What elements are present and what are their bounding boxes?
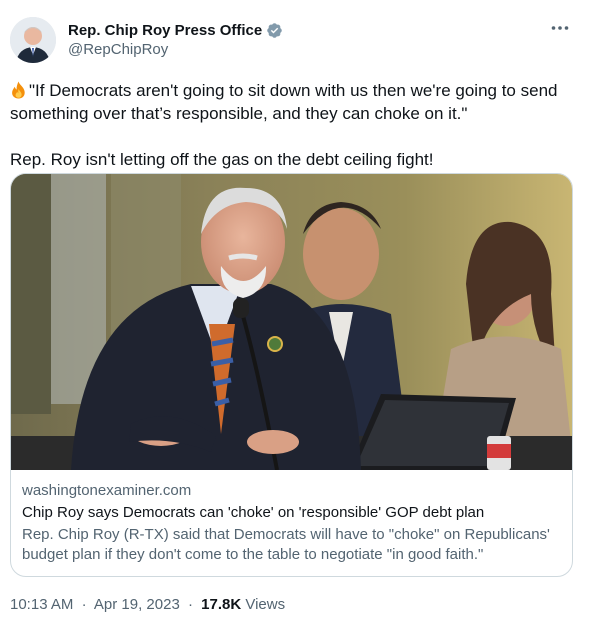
handle[interactable]: @RepChipRoy [68, 41, 168, 58]
separator: · [81, 596, 87, 613]
views-count[interactable]: 17.8K [201, 596, 241, 613]
avatar-image [10, 17, 56, 63]
tweet-time[interactable]: 10:13 AM [10, 596, 73, 613]
card-image[interactable] [11, 174, 572, 471]
card-domain: washingtonexaminer.com [22, 482, 192, 499]
tweet-quote-text: "If Democrats aren't going to sit down w… [10, 81, 558, 123]
display-name[interactable]: Rep. Chip Roy Press Office [68, 22, 262, 39]
tweet-quote: "If Democrats aren't going to sit down w… [10, 79, 570, 125]
author-name-row: Rep. Chip Roy Press Office [68, 20, 283, 40]
tweet-footer: 10:13 AM · Apr 19, 2023 · 17.8K Views [10, 596, 285, 613]
link-card[interactable]: washingtonexaminer.com Chip Roy says Dem… [10, 173, 573, 577]
tweet-date[interactable]: Apr 19, 2023 [94, 596, 180, 613]
tweet: Rep. Chip Roy Press Office @RepChipRoy "… [0, 0, 590, 626]
card-title[interactable]: Chip Roy says Democrats can 'choke' on '… [22, 503, 562, 523]
more-options-icon[interactable] [548, 18, 572, 38]
views-label: Views [245, 596, 286, 613]
tweet-text: "If Democrats aren't going to sit down w… [10, 79, 570, 171]
card-description: Rep. Chip Roy (R-TX) said that Democrats… [22, 526, 550, 563]
tweet-line2: Rep. Roy isn't letting off the gas on th… [10, 150, 434, 169]
card-meta: washingtonexaminer.com Chip Roy says Dem… [22, 481, 562, 565]
verified-badge-icon[interactable] [266, 22, 283, 39]
fire-icon [10, 81, 27, 99]
separator: · [187, 596, 193, 613]
avatar[interactable] [10, 17, 56, 63]
